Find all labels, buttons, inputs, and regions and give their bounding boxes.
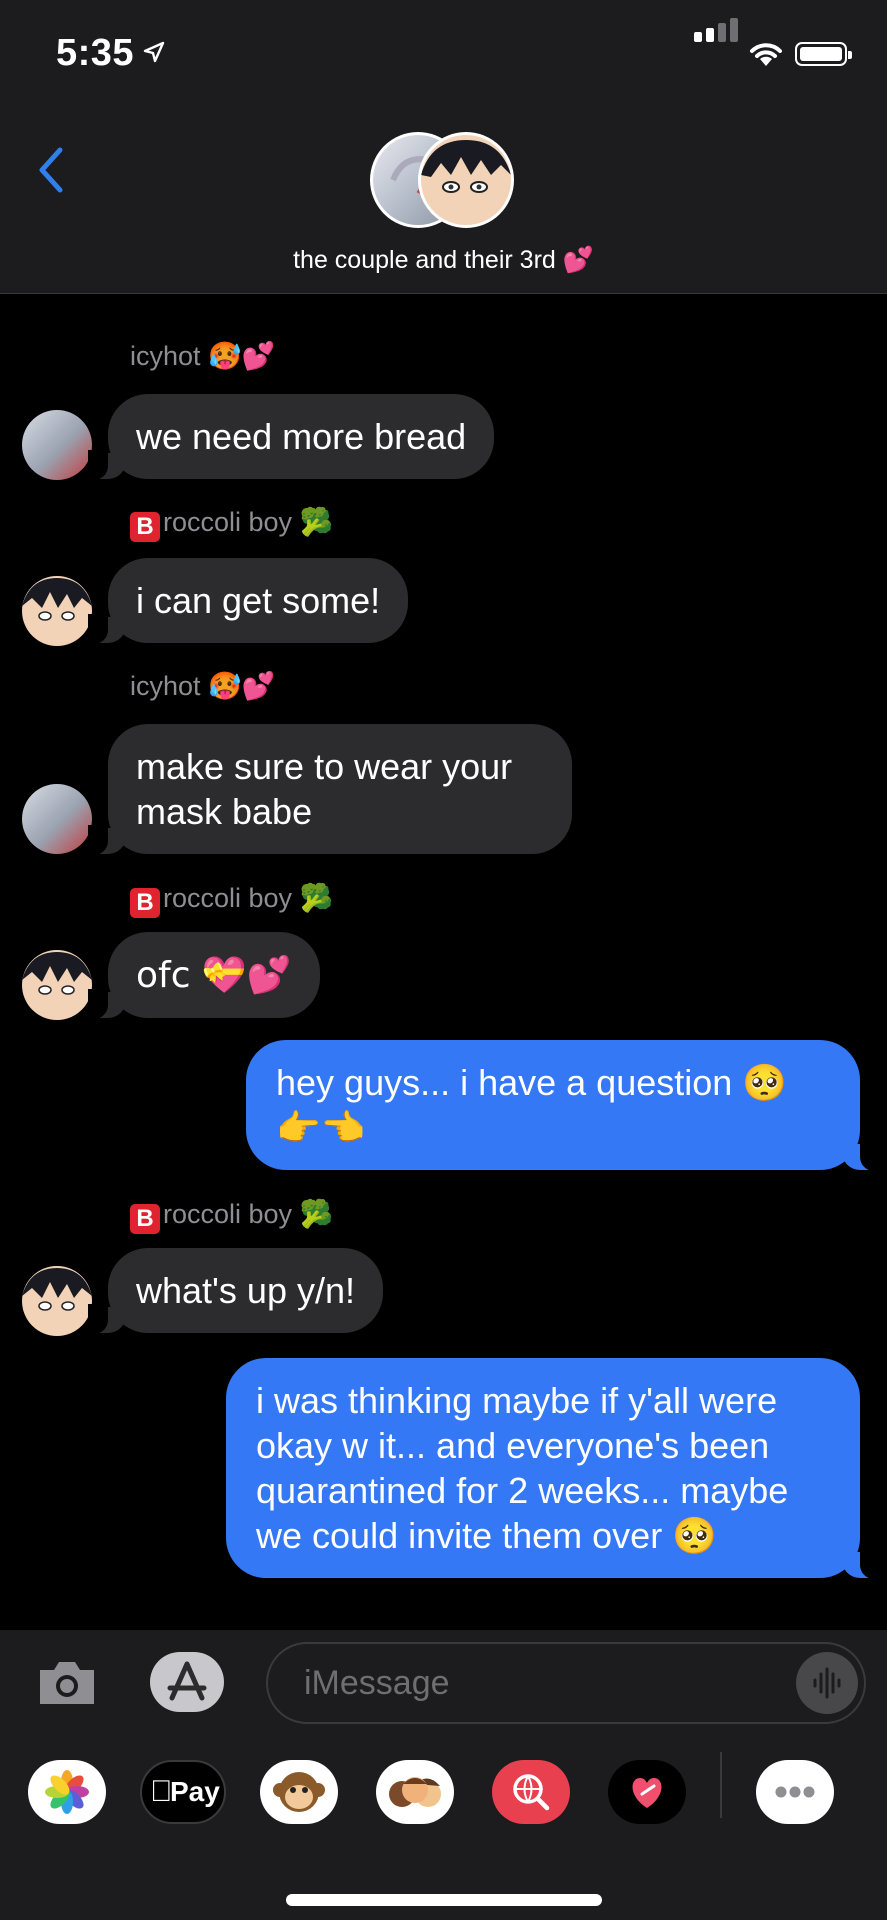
- message-text: hey guys... i have a question 🥺 👉👈: [276, 1062, 788, 1148]
- app-store-icon[interactable]: [150, 1652, 224, 1712]
- message-text: ofc 💝💕: [136, 955, 292, 996]
- photos-flower-icon: [45, 1770, 89, 1814]
- status-time: 5:35: [56, 32, 135, 74]
- digital-touch-button[interactable]: [608, 1760, 686, 1824]
- sender-name: icyhot 🥵💕: [130, 671, 276, 701]
- message-thread[interactable]: icyhot 🥵💕 we need more bread Broccoli bo…: [0, 294, 887, 1630]
- memoji-icon: [389, 1777, 441, 1807]
- drawer-divider: [720, 1752, 722, 1818]
- monkey-icon: [273, 1772, 325, 1812]
- apple-pay-button[interactable]:  Pay: [140, 1760, 226, 1824]
- sender-name: icyhot 🥵💕: [130, 341, 276, 371]
- incoming-message[interactable]: make sure to wear your mask babe: [88, 724, 572, 855]
- b-badge-icon: B: [130, 888, 160, 918]
- wifi-icon: [750, 43, 782, 66]
- avatar[interactable]: [22, 784, 92, 854]
- chevron-left-icon[interactable]: [30, 140, 70, 200]
- battery-icon: [795, 42, 852, 66]
- message-input-placeholder: iMessage: [304, 1664, 450, 1702]
- incoming-message[interactable]: we need more bread: [87, 394, 495, 480]
- more-apps-button[interactable]: [756, 1760, 834, 1824]
- outgoing-message[interactable]: hey guys... i have a question 🥺 👉👈: [246, 1040, 880, 1171]
- group-avatars[interactable]: [370, 130, 520, 230]
- sender-name: Broccoli boy 🥦: [130, 882, 333, 918]
- avatar[interactable]: [22, 1266, 92, 1336]
- composer-bar: iMessage  Pay: [0, 1630, 887, 1920]
- location-arrow-icon: [143, 41, 165, 63]
- memoji-stickers-button[interactable]: [376, 1760, 454, 1824]
- home-indicator[interactable]: [286, 1894, 602, 1906]
- status-bar: 5:35: [0, 0, 887, 100]
- conversation-header: the couple and their 3rd 💕: [0, 100, 887, 294]
- avatar[interactable]: [22, 576, 92, 646]
- avatar[interactable]: [22, 950, 92, 1020]
- more-dots-icon: [775, 1786, 815, 1798]
- apple-pay-label: Pay: [170, 1776, 220, 1807]
- images-search-button[interactable]: [492, 1760, 570, 1824]
- sender-name: Broccoli boy 🥦: [130, 1198, 333, 1234]
- b-badge-icon: B: [130, 1204, 160, 1234]
- outgoing-message[interactable]: i was thinking maybe if y'all were okay …: [226, 1358, 880, 1579]
- audio-waveform-icon[interactable]: [796, 1652, 858, 1714]
- message-text: we need more bread: [136, 416, 467, 457]
- group-name[interactable]: the couple and their 3rd 💕: [0, 246, 887, 275]
- avatar: [418, 132, 514, 228]
- avatar[interactable]: [22, 410, 92, 480]
- heart-touch-icon: [632, 1778, 662, 1808]
- photos-app-button[interactable]: [28, 1760, 106, 1824]
- b-badge-icon: B: [130, 512, 160, 542]
- incoming-message[interactable]: what's up y/n!: [88, 1248, 383, 1334]
- globe-search-icon: [513, 1774, 550, 1811]
- animoji-button[interactable]: [260, 1760, 338, 1824]
- message-text: i can get some!: [136, 580, 381, 621]
- message-text: i was thinking maybe if y'all were okay …: [256, 1380, 789, 1556]
- incoming-message[interactable]: ofc 💝💕: [88, 932, 320, 1019]
- message-input[interactable]: iMessage: [266, 1642, 866, 1724]
- incoming-message[interactable]: i can get some!: [87, 558, 409, 644]
- message-text: make sure to wear your mask babe: [136, 746, 513, 832]
- message-text: what's up y/n!: [136, 1270, 355, 1311]
- camera-icon[interactable]: [36, 1658, 98, 1708]
- sender-name: Broccoli boy 🥦: [130, 506, 333, 542]
